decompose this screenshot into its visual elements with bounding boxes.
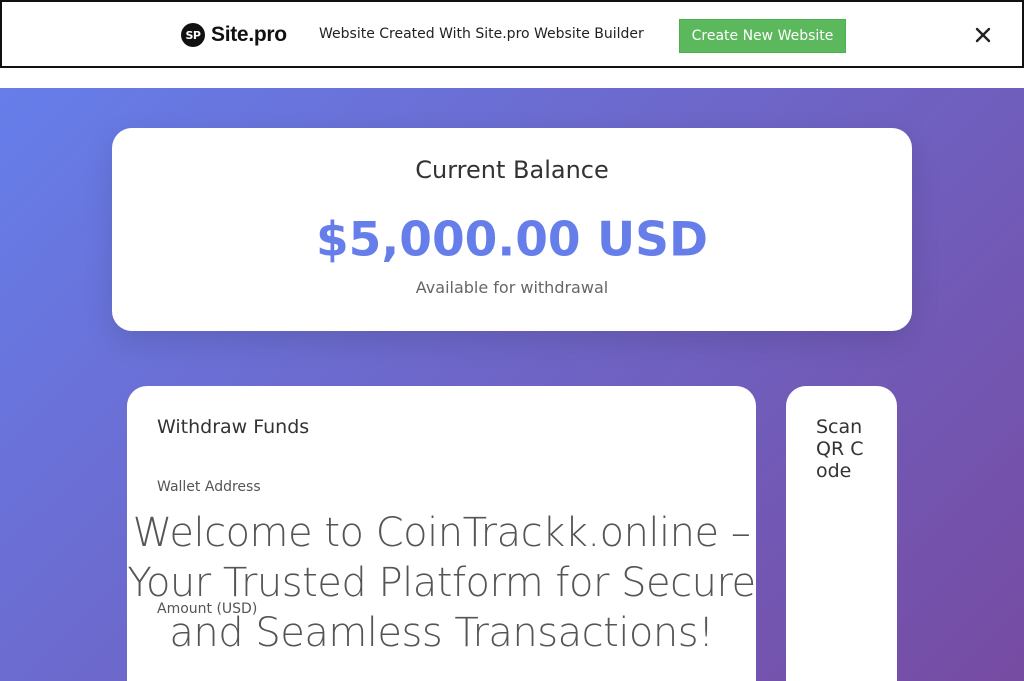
welcome-overlay-text: Welcome to CoinTrackk.online – Your Trus…: [127, 510, 756, 656]
sitepro-logo-text: Site.pro: [211, 23, 287, 46]
sitepro-logo-badge: SP: [181, 23, 205, 47]
main-content: Current Balance $5,000.00 USD Available …: [0, 88, 1024, 681]
wallet-address-label: Wallet Address: [157, 479, 261, 495]
close-icon[interactable]: [972, 24, 994, 46]
balance-amount: $5,000.00 USD: [315, 212, 709, 268]
sitepro-banner: SP Site.pro Website Created With Site.pr…: [0, 0, 1024, 68]
balance-card: Current Balance $5,000.00 USD Available …: [112, 128, 912, 331]
balance-title: Current Balance: [415, 156, 609, 184]
withdraw-title: Withdraw Funds: [157, 416, 310, 438]
create-new-website-button[interactable]: Create New Website: [679, 19, 846, 53]
sitepro-logo[interactable]: SP Site.pro: [181, 22, 287, 48]
qr-title: Scan QR Code: [816, 416, 864, 482]
banner-message: Website Created With Site.pro Website Bu…: [319, 26, 644, 42]
balance-subtitle: Available for withdrawal: [415, 278, 609, 297]
withdraw-card: Withdraw Funds Wallet Address Amount (US…: [127, 386, 756, 681]
qr-card: Scan QR Code: [786, 386, 897, 681]
